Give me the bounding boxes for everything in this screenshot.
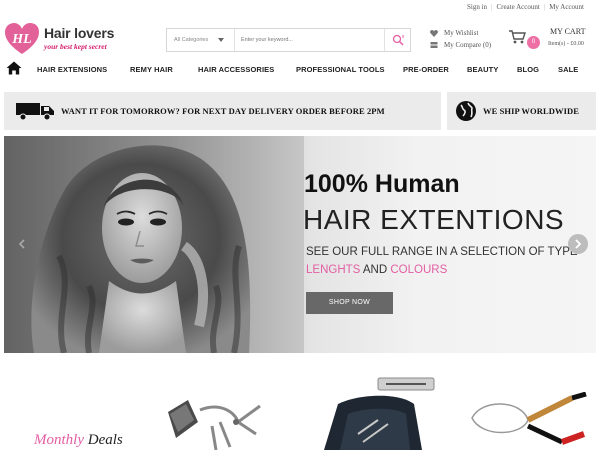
cart-summary: Item(s) - £0.00 bbox=[548, 41, 584, 47]
hero-banner[interactable]: 100% Human HAIR EXTENTIONS SEE OUR FULL … bbox=[4, 136, 596, 353]
nav-item-pre-order[interactable]: PRE-ORDER bbox=[403, 65, 449, 74]
chevron-down-icon bbox=[218, 38, 224, 42]
shop-now-button[interactable]: SHOP NOW bbox=[306, 292, 393, 314]
nav-item-remy-hair[interactable]: REMY HAIR bbox=[130, 65, 173, 74]
hero-title: 100% Human bbox=[304, 170, 460, 198]
separator: | bbox=[543, 3, 546, 11]
hero-description-line2: LENGHTS AND COLOURS bbox=[306, 264, 447, 276]
slider-next-button[interactable] bbox=[568, 234, 588, 254]
main-nav: HAIR EXTENSIONS REMY HAIR HAIR ACCESSORI… bbox=[0, 60, 600, 80]
compare-link[interactable]: My Compare (0) bbox=[430, 39, 491, 51]
deals-word-deals: Deals bbox=[84, 432, 123, 448]
search-icon bbox=[392, 34, 404, 46]
cart-title[interactable]: MY CART bbox=[550, 27, 585, 36]
slider-prev-button[interactable] bbox=[12, 234, 32, 254]
hero-and: AND bbox=[360, 264, 391, 276]
wishlist-compare: My Wishlist My Compare (0) bbox=[430, 27, 491, 51]
search-button[interactable] bbox=[384, 29, 410, 51]
compare-label: My Compare (0) bbox=[444, 41, 492, 49]
cart-count-badge: 0 bbox=[527, 36, 540, 49]
compare-icon bbox=[430, 42, 438, 48]
hero-highlight-lengths: LENGHTS bbox=[306, 264, 361, 276]
hero-description: SEE OUR FULL RANGE IN A SELECTION OF TYP… bbox=[306, 246, 578, 258]
category-select-value: All Categories bbox=[174, 37, 209, 43]
next-day-delivery-banner[interactable]: WANT IT FOR TOMORROW? FOR NEXT DAY DELIV… bbox=[4, 92, 441, 130]
home-icon[interactable] bbox=[6, 61, 22, 75]
logo-name: Hair lovers bbox=[44, 25, 115, 41]
top-account-links: Sign in | Create Account | My Account bbox=[467, 3, 584, 11]
nav-item-hair-accessories[interactable]: HAIR ACCESSORIES bbox=[198, 65, 274, 74]
sign-in-link[interactable]: Sign in bbox=[467, 3, 487, 11]
category-select[interactable]: All Categories bbox=[167, 29, 235, 51]
product-kit-image[interactable] bbox=[318, 374, 438, 450]
hero-subtitle: HAIR EXTENTIONS bbox=[303, 204, 565, 235]
nav-item-hair-extensions[interactable]: HAIR EXTENSIONS bbox=[37, 65, 107, 74]
ship-worldwide-banner[interactable]: WE SHIP WORLDWIDE bbox=[447, 92, 596, 130]
nav-item-blog[interactable]: BLOG bbox=[517, 65, 539, 74]
globe-icon bbox=[456, 101, 476, 121]
heart-logo-icon: HL bbox=[5, 23, 39, 54]
hero-highlight-colours: COLOURS bbox=[390, 264, 448, 276]
model-photo bbox=[4, 136, 304, 353]
nav-item-professional-tools[interactable]: PROFESSIONAL TOOLS bbox=[296, 65, 385, 74]
my-account-link[interactable]: My Account bbox=[549, 3, 584, 11]
worldwide-text: WE SHIP WORLDWIDE bbox=[483, 106, 580, 116]
heart-icon bbox=[430, 29, 438, 37]
cart-icon[interactable] bbox=[509, 30, 527, 44]
chevron-right-icon bbox=[575, 239, 582, 249]
site-logo[interactable]: HL Hair lovers your best kept secret bbox=[4, 22, 134, 56]
create-account-link[interactable]: Create Account bbox=[496, 3, 539, 11]
logo-tagline: your best kept secret bbox=[44, 42, 107, 51]
product-pliers-image[interactable] bbox=[462, 392, 592, 450]
chevron-left-icon bbox=[18, 239, 25, 249]
wishlist-label: My Wishlist bbox=[444, 29, 479, 37]
deals-word-monthly: Monthly bbox=[34, 432, 84, 448]
logo-mark-text: HL bbox=[11, 32, 31, 47]
separator: | bbox=[491, 3, 493, 11]
nav-item-beauty[interactable]: BEAUTY bbox=[467, 65, 498, 74]
monthly-deals-heading: Monthly Deals bbox=[34, 432, 123, 449]
nav-item-sale[interactable]: SALE bbox=[558, 65, 578, 74]
wishlist-link[interactable]: My Wishlist bbox=[430, 27, 491, 39]
search-input[interactable] bbox=[237, 31, 385, 49]
delivery-text: WANT IT FOR TOMORROW? FOR NEXT DAY DELIV… bbox=[61, 106, 385, 116]
search-bar: All Categories bbox=[166, 28, 411, 52]
delivery-truck-icon bbox=[16, 103, 54, 121]
product-tools-image[interactable] bbox=[160, 392, 280, 450]
